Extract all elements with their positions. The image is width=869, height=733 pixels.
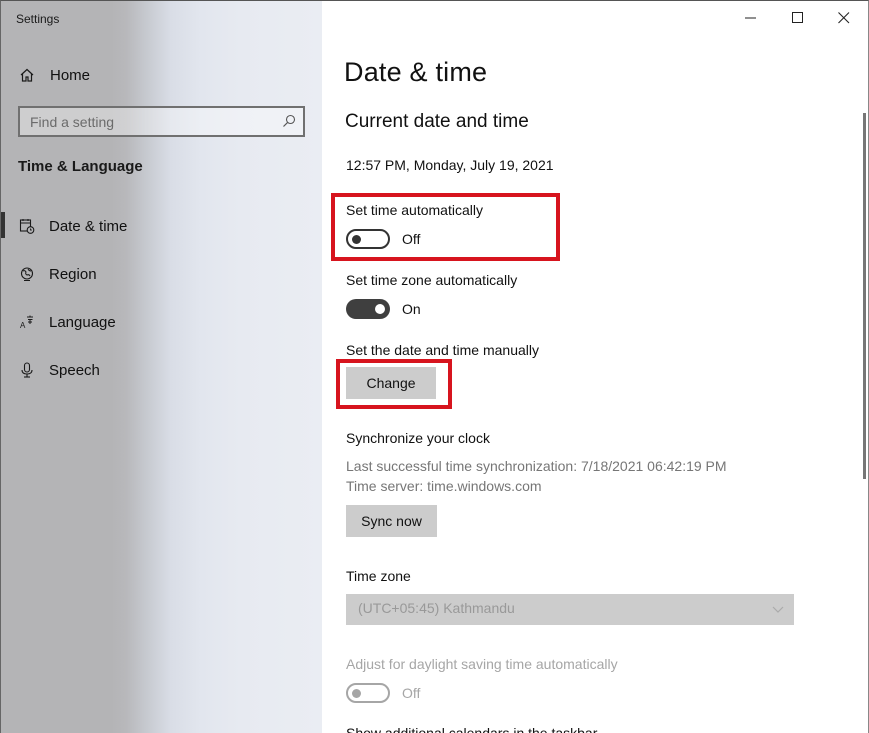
current-date-time-value: 12:57 PM, Monday, July 19, 2021 (346, 157, 554, 173)
globe-region-icon (19, 266, 35, 282)
microphone-icon (19, 362, 35, 378)
last-sync-text: Last successful time synchronization: 7/… (346, 458, 727, 474)
change-button[interactable]: Change (346, 367, 436, 399)
sidebar-item-label: Date & time (49, 217, 128, 235)
sync-heading: Synchronize your clock (346, 430, 490, 446)
sidebar-item-label: Region (49, 265, 97, 283)
time-zone-value: (UTC+05:45) Kathmandu (358, 600, 515, 616)
time-server-text: Time server: time.windows.com (346, 478, 542, 494)
chevron-down-icon (772, 602, 784, 614)
sidebar-item-label: Speech (49, 361, 100, 379)
sidebar-item-label: Home (50, 66, 91, 84)
search-icon[interactable] (282, 114, 296, 128)
set-time-automatically-label: Set time automatically (346, 202, 483, 218)
section-title: Time & Language (18, 158, 143, 175)
page-title: Date & time (344, 57, 488, 87)
toggle-knob (352, 235, 361, 244)
home-icon (19, 67, 35, 83)
current-date-time-heading: Current date and time (345, 111, 529, 132)
daylight-saving-toggle[interactable] (346, 683, 390, 703)
time-zone-label: Time zone (346, 568, 411, 584)
search-box[interactable] (18, 106, 305, 137)
sidebar-item-label: Language (49, 313, 116, 331)
scrollbar[interactable] (863, 113, 866, 479)
sidebar-item-speech[interactable]: Speech (1, 350, 322, 390)
manual-date-time-label: Set the date and time manually (346, 342, 540, 358)
sidebar-item-home[interactable]: Home (1, 55, 322, 95)
set-time-zone-automatically-toggle[interactable] (346, 299, 390, 319)
sidebar-item-language[interactable]: A Language (1, 302, 322, 342)
settings-window: Settings Home Time & Language Date & tim… (0, 0, 869, 733)
set-time-zone-automatically-state: On (402, 301, 421, 317)
sidebar-item-date-time[interactable]: Date & time (1, 206, 322, 246)
set-time-zone-automatically-label: Set time zone automatically (346, 272, 518, 288)
main-content: Date & time Current date and time 12:57 … (322, 1, 868, 733)
sidebar-item-region[interactable]: Region (1, 254, 322, 294)
set-time-automatically-toggle[interactable] (346, 229, 390, 249)
app-title: Settings (16, 12, 60, 26)
time-zone-dropdown[interactable]: (UTC+05:45) Kathmandu (346, 594, 794, 625)
additional-calendars-label: Show additional calendars in the taskbar (346, 725, 598, 733)
calendar-clock-icon (19, 218, 35, 234)
sidebar: Settings Home Time & Language Date & tim… (1, 1, 322, 733)
sync-now-button[interactable]: Sync now (346, 505, 437, 537)
svg-text:A: A (20, 321, 26, 330)
toggle-knob (352, 689, 361, 698)
set-time-automatically-state: Off (402, 231, 421, 247)
daylight-saving-label: Adjust for daylight saving time automati… (346, 656, 618, 672)
daylight-saving-state: Off (402, 685, 421, 701)
toggle-knob (375, 304, 385, 314)
language-icon: A (19, 314, 35, 330)
search-input[interactable] (20, 108, 303, 135)
